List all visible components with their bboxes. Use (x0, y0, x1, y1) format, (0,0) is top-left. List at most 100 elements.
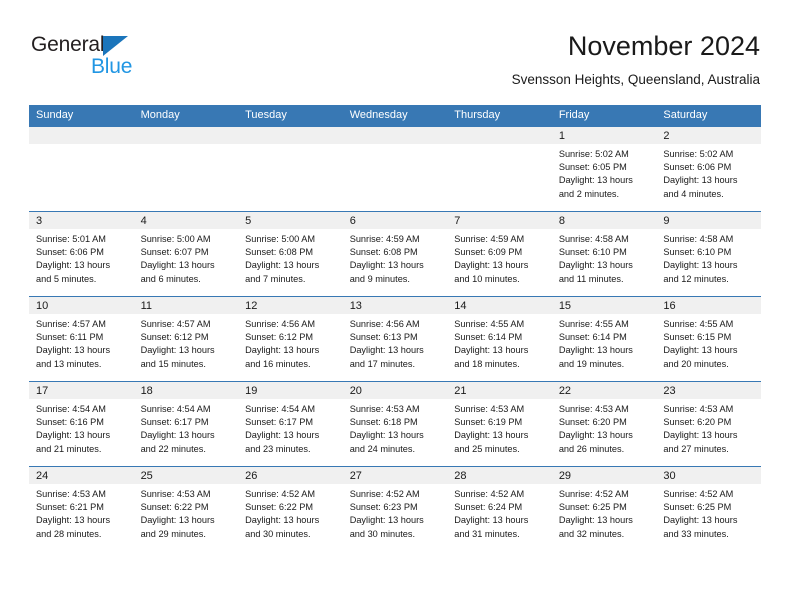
day-cell-content: 30 Sunrise: 4:52 AM Sunset: 6:25 PM Dayligh… (656, 467, 761, 551)
day-number: 4 (133, 212, 239, 229)
day-details (343, 144, 448, 148)
calendar-day-cell[interactable]: 27 Sunrise: 4:52 AM Sunset: 6:23 PM Dayligh… (342, 466, 448, 551)
calendar-day-cell[interactable]: 22 Sunrise: 4:53 AM Sunset: 6:20 PM Dayligh… (551, 381, 657, 467)
calendar-day-cell[interactable]: 17 Sunrise: 4:54 AM Sunset: 6:16 PM Dayligh… (29, 381, 134, 467)
detail-sunrise: Sunrise: 4:54 AM (36, 404, 106, 414)
calendar-day-cell[interactable]: 26 Sunrise: 4:52 AM Sunset: 6:22 PM Dayligh… (238, 466, 343, 551)
day-details: Sunrise: 4:52 AM Sunset: 6:25 PM Daylight:… (656, 484, 761, 541)
day-details (447, 144, 552, 148)
detail-daylight1: Daylight: 13 hours (140, 515, 215, 526)
detail-sunrise: Sunrise: 4:52 AM (558, 489, 629, 499)
day-details: Sunrise: 4:59 AM Sunset: 6:09 PM Daylight:… (447, 229, 552, 286)
day-number (342, 127, 448, 144)
calendar-day-cell[interactable]: 11 Sunrise: 4:57 AM Sunset: 6:12 PM Dayligh… (133, 296, 239, 382)
calendar-day-cell[interactable]: 20 Sunrise: 4:53 AM Sunset: 6:18 PM Dayligh… (342, 381, 448, 467)
day-cell-content: 27 Sunrise: 4:52 AM Sunset: 6:23 PM Dayligh… (342, 467, 448, 551)
calendar-day-cell[interactable]: 7 Sunrise: 4:59 AM Sunset: 6:09 PM Daylight… (447, 211, 552, 297)
calendar-day-cell[interactable]: 25 Sunrise: 4:53 AM Sunset: 6:22 PM Dayligh… (133, 466, 239, 551)
detail-daylight1: Daylight: 13 hours (36, 260, 111, 271)
detail-daylight2: and 30 minutes. (349, 528, 416, 539)
detail-daylight2: and 28 minutes. (36, 528, 102, 539)
calendar-day-cell[interactable]: 12 Sunrise: 4:56 AM Sunset: 6:12 PM Dayligh… (238, 296, 343, 382)
detail-sunset: Sunset: 6:08 PM (349, 247, 418, 258)
calendar-day-cell[interactable]: 5 Sunrise: 5:00 AM Sunset: 6:08 PM Daylight… (238, 211, 343, 297)
detail-sunset: Sunset: 6:17 PM (140, 417, 209, 428)
calendar-day-cell[interactable]: 10 Sunrise: 4:57 AM Sunset: 6:11 PM Dayligh… (29, 296, 134, 382)
detail-daylight1: Daylight: 13 hours (454, 260, 529, 271)
calendar-week-row: 1 Sunrise: 5:02 AM Sunset: 6:05 PM Daylight… (29, 126, 761, 212)
detail-daylight2: and 22 minutes. (140, 443, 206, 454)
day-details: Sunrise: 4:52 AM Sunset: 6:25 PM Daylight:… (552, 484, 657, 541)
day-number: 15 (551, 297, 657, 314)
day-details (134, 144, 239, 148)
general-blue-logo[interactable]: General Blue (31, 33, 221, 85)
detail-sunset: Sunset: 6:23 PM (349, 502, 418, 513)
calendar-day-cell[interactable]: 1 Sunrise: 5:02 AM Sunset: 6:05 PM Daylight… (551, 126, 657, 212)
day-details (29, 144, 134, 148)
calendar-day-cell[interactable]: 24 Sunrise: 4:53 AM Sunset: 6:21 PM Dayligh… (29, 466, 134, 551)
detail-sunset: Sunset: 6:22 PM (245, 502, 314, 513)
detail-sunrise: Sunrise: 4:53 AM (663, 404, 734, 414)
detail-daylight1: Daylight: 13 hours (558, 430, 633, 441)
calendar-day-cell[interactable] (29, 126, 134, 212)
calendar-day-cell[interactable]: 30 Sunrise: 4:52 AM Sunset: 6:25 PM Dayligh… (656, 466, 761, 551)
calendar-day-cell[interactable]: 14 Sunrise: 4:55 AM Sunset: 6:14 PM Dayligh… (447, 296, 552, 382)
detail-sunrise: Sunrise: 5:00 AM (140, 234, 211, 244)
day-cell-content: 25 Sunrise: 4:53 AM Sunset: 6:22 PM Dayligh… (133, 467, 239, 551)
detail-daylight1: Daylight: 13 hours (349, 430, 424, 441)
detail-daylight1: Daylight: 13 hours (245, 260, 320, 271)
day-cell-content: 28 Sunrise: 4:52 AM Sunset: 6:24 PM Dayligh… (447, 467, 552, 551)
day-cell-content: 14 Sunrise: 4:55 AM Sunset: 6:14 PM Dayligh… (447, 297, 552, 381)
detail-sunrise: Sunrise: 4:52 AM (349, 489, 420, 499)
calendar-day-cell[interactable]: 13 Sunrise: 4:56 AM Sunset: 6:13 PM Dayligh… (342, 296, 448, 382)
calendar-day-cell[interactable]: 4 Sunrise: 5:00 AM Sunset: 6:07 PM Daylight… (133, 211, 239, 297)
detail-sunset: Sunset: 6:05 PM (558, 162, 627, 173)
day-number: 21 (447, 382, 552, 399)
detail-sunrise: Sunrise: 4:58 AM (558, 234, 629, 244)
calendar-day-cell[interactable]: 29 Sunrise: 4:52 AM Sunset: 6:25 PM Dayligh… (551, 466, 657, 551)
calendar-day-cell[interactable] (133, 126, 239, 212)
day-cell-content: 11 Sunrise: 4:57 AM Sunset: 6:12 PM Dayligh… (133, 297, 239, 381)
day-details: Sunrise: 4:53 AM Sunset: 6:20 PM Daylight:… (552, 399, 657, 456)
day-cell-content: 5 Sunrise: 5:00 AM Sunset: 6:08 PM Daylight… (238, 212, 343, 296)
calendar-day-cell[interactable]: 28 Sunrise: 4:52 AM Sunset: 6:24 PM Dayligh… (447, 466, 552, 551)
calendar-day-cell[interactable]: 6 Sunrise: 4:59 AM Sunset: 6:08 PM Daylight… (342, 211, 448, 297)
calendar-day-cell[interactable] (238, 126, 343, 212)
weekday-header-thursday: Thursday (447, 105, 552, 127)
calendar-day-cell[interactable]: 8 Sunrise: 4:58 AM Sunset: 6:10 PM Daylight… (551, 211, 657, 297)
detail-daylight2: and 4 minutes. (663, 188, 724, 199)
calendar-day-cell[interactable]: 2 Sunrise: 5:02 AM Sunset: 6:06 PM Daylight… (656, 126, 761, 212)
day-number: 10 (29, 297, 134, 314)
detail-sunset: Sunset: 6:19 PM (454, 417, 523, 428)
day-number: 30 (656, 467, 761, 484)
calendar-week-row: 17 Sunrise: 4:54 AM Sunset: 6:16 PM Dayligh… (29, 381, 761, 467)
detail-sunset: Sunset: 6:22 PM (140, 502, 209, 513)
detail-daylight2: and 26 minutes. (558, 443, 625, 454)
calendar-day-cell[interactable]: 16 Sunrise: 4:55 AM Sunset: 6:15 PM Dayligh… (656, 296, 761, 382)
detail-sunrise: Sunrise: 4:59 AM (349, 234, 420, 244)
calendar-day-cell[interactable] (447, 126, 552, 212)
detail-daylight2: and 9 minutes. (349, 273, 410, 284)
calendar-day-cell[interactable]: 9 Sunrise: 4:58 AM Sunset: 6:10 PM Daylight… (656, 211, 761, 297)
detail-daylight2: and 16 minutes. (245, 358, 311, 369)
calendar-day-cell[interactable]: 15 Sunrise: 4:55 AM Sunset: 6:14 PM Dayligh… (551, 296, 657, 382)
detail-sunrise: Sunrise: 4:55 AM (558, 319, 629, 329)
detail-daylight1: Daylight: 13 hours (454, 430, 529, 441)
calendar-day-cell[interactable]: 21 Sunrise: 4:53 AM Sunset: 6:19 PM Dayligh… (447, 381, 552, 467)
day-details: Sunrise: 4:52 AM Sunset: 6:22 PM Daylight:… (238, 484, 343, 541)
page-subtitle: Svensson Heights, Queensland, Australia (511, 72, 760, 87)
calendar-day-cell[interactable]: 3 Sunrise: 5:01 AM Sunset: 6:06 PM Daylight… (29, 211, 134, 297)
day-details (238, 144, 343, 148)
day-details: Sunrise: 4:54 AM Sunset: 6:16 PM Daylight:… (29, 399, 134, 456)
calendar-day-cell[interactable]: 18 Sunrise: 4:54 AM Sunset: 6:17 PM Dayligh… (133, 381, 239, 467)
detail-daylight1: Daylight: 13 hours (140, 430, 215, 441)
detail-daylight2: and 7 minutes. (245, 273, 306, 284)
detail-daylight1: Daylight: 13 hours (558, 175, 633, 186)
calendar-day-cell[interactable] (342, 126, 448, 212)
detail-sunrise: Sunrise: 4:57 AM (140, 319, 211, 329)
detail-sunrise: Sunrise: 4:54 AM (140, 404, 211, 414)
detail-daylight2: and 29 minutes. (140, 528, 206, 539)
calendar-day-cell[interactable]: 23 Sunrise: 4:53 AM Sunset: 6:20 PM Dayligh… (656, 381, 761, 467)
calendar-day-cell[interactable]: 19 Sunrise: 4:54 AM Sunset: 6:17 PM Dayligh… (238, 381, 343, 467)
detail-daylight1: Daylight: 13 hours (349, 260, 424, 271)
